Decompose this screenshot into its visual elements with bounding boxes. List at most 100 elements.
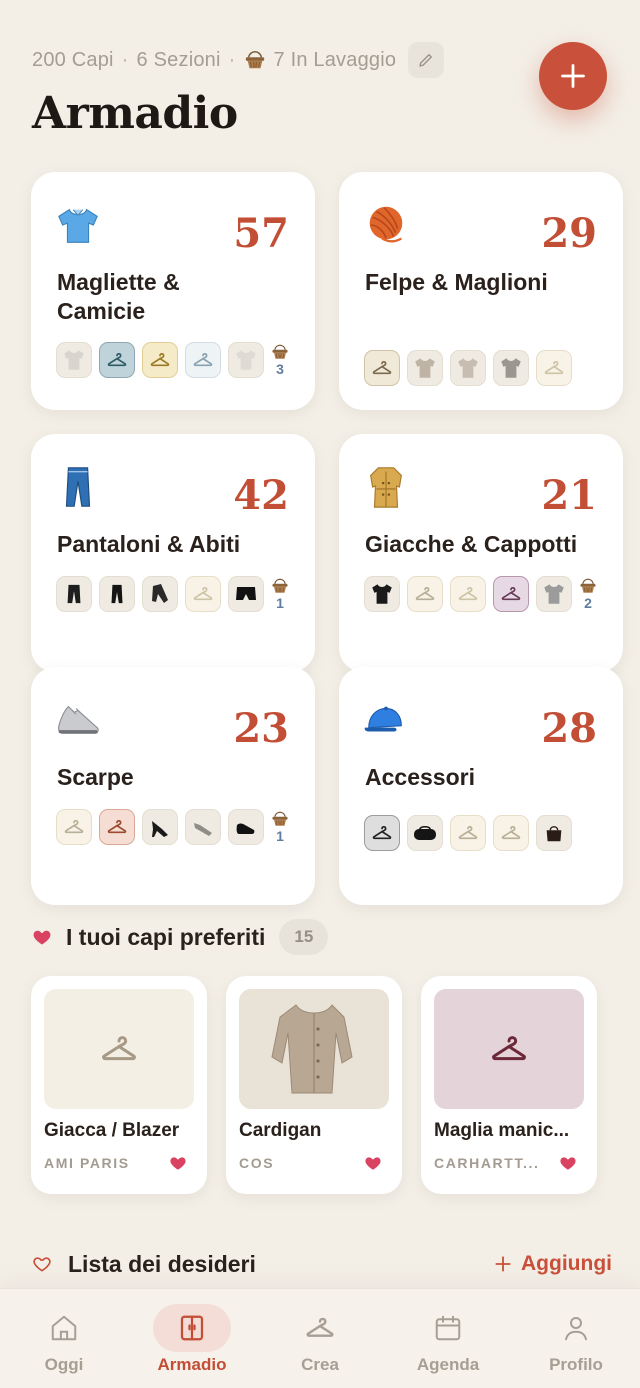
category-count: 28 bbox=[541, 705, 597, 752]
category-thumbnails: 2 bbox=[364, 576, 597, 612]
item-thumbnail[interactable] bbox=[56, 809, 92, 845]
category-name: Felpe & Maglioni bbox=[365, 269, 548, 295]
edit-stats-button[interactable] bbox=[408, 42, 445, 78]
hanger-icon bbox=[414, 583, 436, 605]
wishlist-header: Lista dei desideri Aggiungi bbox=[32, 1244, 612, 1284]
hanger-icon bbox=[500, 583, 522, 605]
category-card-giacche[interactable]: 21 Giacche & Cappotti 2 bbox=[339, 434, 623, 672]
category-thumbnails: 3 bbox=[56, 342, 289, 378]
hanger-icon bbox=[99, 1029, 139, 1069]
handbag-icon bbox=[546, 826, 562, 842]
tab-label: Oggi bbox=[44, 1355, 84, 1374]
category-count: 57 bbox=[233, 210, 289, 257]
jeans-icon bbox=[65, 467, 91, 507]
page-title: Armadio bbox=[32, 88, 238, 139]
wishlist-add-button[interactable]: Aggiungi bbox=[493, 1252, 612, 1276]
hanger-icon bbox=[489, 1029, 529, 1069]
tab-profilo[interactable]: Profilo bbox=[512, 1289, 640, 1388]
jacket-icon bbox=[541, 581, 567, 607]
category-count: 29 bbox=[541, 210, 597, 257]
item-thumbnail[interactable] bbox=[185, 809, 221, 845]
item-thumbnail[interactable] bbox=[493, 350, 529, 386]
category-name: Scarpe bbox=[57, 764, 134, 790]
item-thumbnail[interactable] bbox=[450, 350, 486, 386]
item-brand: AMI PARIS bbox=[44, 1155, 130, 1171]
favorite-heart-icon[interactable] bbox=[559, 1154, 577, 1172]
hanger-icon bbox=[149, 349, 171, 371]
sweater-icon bbox=[455, 355, 481, 381]
person-icon bbox=[559, 1311, 593, 1345]
item-thumbnail[interactable] bbox=[364, 576, 400, 612]
stats-capi: 200 Capi bbox=[32, 48, 114, 71]
item-thumbnail[interactable] bbox=[536, 350, 572, 386]
wishlist-add-label: Aggiungi bbox=[521, 1252, 612, 1275]
hanger-icon bbox=[500, 822, 522, 844]
item-thumbnail[interactable] bbox=[228, 342, 264, 378]
category-thumbnails bbox=[364, 350, 572, 386]
item-thumbnail[interactable] bbox=[407, 815, 443, 851]
category-count: 21 bbox=[541, 472, 597, 519]
favorite-heart-icon[interactable] bbox=[169, 1154, 187, 1172]
favorites-count-badge: 15 bbox=[279, 919, 329, 955]
tab-agenda[interactable]: Agenda bbox=[384, 1289, 512, 1388]
item-thumbnail[interactable] bbox=[536, 815, 572, 851]
item-thumbnail[interactable] bbox=[493, 815, 529, 851]
wishlist-title: Lista dei desideri bbox=[68, 1250, 256, 1277]
category-name: Accessori bbox=[365, 764, 475, 790]
item-thumbnail[interactable] bbox=[407, 576, 443, 612]
tab-label: Crea bbox=[301, 1355, 339, 1374]
hanger-icon bbox=[106, 349, 128, 371]
laundry-basket-icon bbox=[579, 577, 597, 595]
item-thumbnail[interactable] bbox=[142, 576, 178, 612]
item-thumbnail[interactable] bbox=[185, 342, 221, 378]
tab-oggi[interactable]: Oggi bbox=[0, 1289, 128, 1388]
item-thumbnail[interactable] bbox=[56, 576, 92, 612]
category-card-scarpe[interactable]: 23 Scarpe 1 bbox=[31, 667, 315, 905]
laundry-basket-icon bbox=[271, 343, 289, 361]
item-thumbnail[interactable] bbox=[228, 576, 264, 612]
favorite-item-card[interactable]: Giacca / Blazer AMI PARIS bbox=[31, 976, 207, 1194]
item-thumbnail[interactable] bbox=[450, 576, 486, 612]
favorite-item-card[interactable]: Cardigan COS bbox=[226, 976, 402, 1194]
item-thumbnail[interactable] bbox=[99, 342, 135, 378]
item-thumbnail[interactable] bbox=[185, 576, 221, 612]
pants-icon bbox=[67, 584, 81, 604]
category-card-felpe[interactable]: 29 Felpe & Maglioni bbox=[339, 172, 623, 410]
laundry-basket-icon bbox=[271, 577, 289, 595]
item-thumbnail[interactable] bbox=[99, 809, 135, 845]
category-name: Pantaloni & Abiti bbox=[57, 531, 241, 557]
laundry-indicator: 1 bbox=[271, 577, 289, 611]
item-thumbnail[interactable] bbox=[99, 576, 135, 612]
item-image-placeholder bbox=[434, 989, 584, 1109]
item-thumbnail[interactable] bbox=[142, 809, 178, 845]
item-thumbnail[interactable] bbox=[493, 576, 529, 612]
laundry-indicator: 2 bbox=[579, 577, 597, 611]
hanger-icon bbox=[457, 822, 479, 844]
category-count: 23 bbox=[233, 705, 289, 752]
favorite-heart-icon[interactable] bbox=[364, 1154, 382, 1172]
sweater-icon bbox=[412, 355, 438, 381]
category-card-pantaloni[interactable]: 42 Pantaloni & Abiti 1 bbox=[31, 434, 315, 672]
item-thumbnail[interactable] bbox=[364, 815, 400, 851]
stats-separator: · bbox=[228, 48, 236, 71]
add-item-button[interactable] bbox=[539, 42, 607, 110]
favorite-item-card[interactable]: Maglia manic... CARHARTT... bbox=[421, 976, 597, 1194]
tab-crea[interactable]: Crea bbox=[256, 1289, 384, 1388]
yarn-icon bbox=[369, 206, 403, 243]
tab-label: Agenda bbox=[416, 1355, 480, 1374]
category-name: Giacche & Cappotti bbox=[365, 531, 578, 557]
item-thumbnail[interactable] bbox=[364, 350, 400, 386]
item-thumbnail[interactable] bbox=[228, 809, 264, 845]
item-name: Maglia manic... bbox=[434, 1120, 570, 1141]
pants-icon bbox=[152, 584, 168, 603]
hanger-icon bbox=[371, 822, 393, 844]
item-thumbnail[interactable] bbox=[407, 350, 443, 386]
category-card-magliette[interactable]: 57 Magliette & Camicie 3 bbox=[31, 172, 315, 410]
item-thumbnail[interactable] bbox=[450, 815, 486, 851]
item-thumbnail[interactable] bbox=[56, 342, 92, 378]
tab-armadio[interactable]: Armadio bbox=[128, 1289, 256, 1388]
plus-icon bbox=[495, 1256, 511, 1272]
item-thumbnail[interactable] bbox=[142, 342, 178, 378]
item-thumbnail[interactable] bbox=[536, 576, 572, 612]
category-card-accessori[interactable]: 28 Accessori bbox=[339, 667, 623, 905]
